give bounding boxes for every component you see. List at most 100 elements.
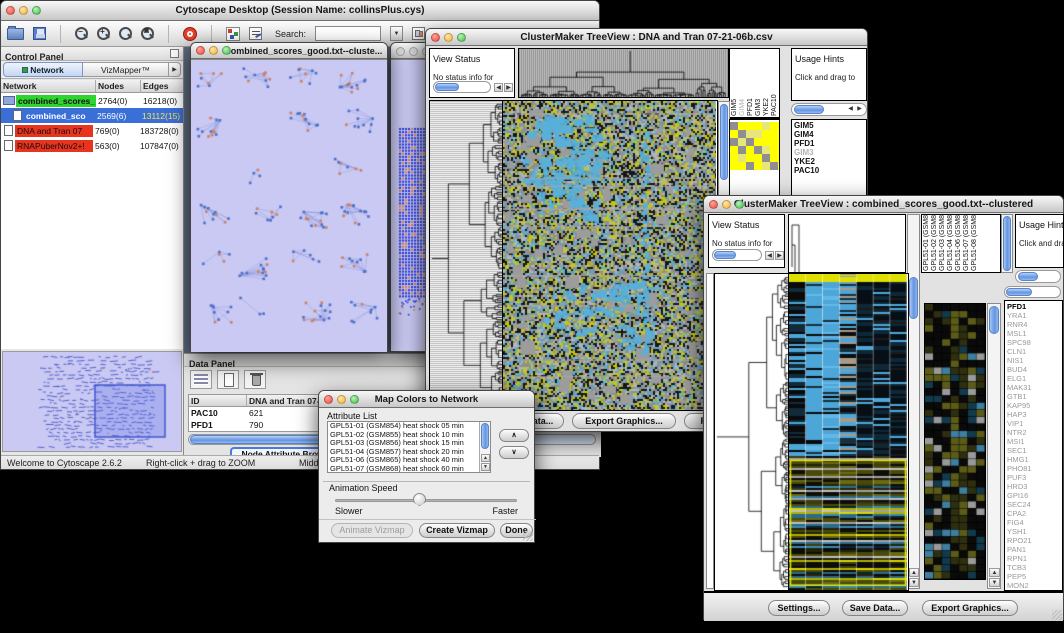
tv2-detail-heatmap[interactable]: [924, 303, 986, 580]
matrix-cell[interactable]: [746, 154, 754, 162]
scroll-left-icon[interactable]: ◀: [765, 251, 774, 260]
minimize-icon[interactable]: [209, 46, 218, 55]
matrix-cell[interactable]: [770, 130, 778, 138]
matrix-cell[interactable]: [762, 146, 770, 154]
scroll-up-icon[interactable]: ▲: [909, 568, 919, 577]
main-titlebar[interactable]: Cytoscape Desktop (Session Name: collins…: [1, 1, 599, 21]
matrix-cell[interactable]: [754, 154, 762, 162]
close-icon[interactable]: [324, 395, 333, 404]
matrix-cell[interactable]: [730, 154, 738, 162]
matrix-cell[interactable]: [754, 138, 762, 146]
zoom-window-icon[interactable]: [735, 200, 744, 209]
tv1-status-hscrollbar[interactable]: [433, 81, 491, 93]
network-view-canvas[interactable]: [191, 60, 387, 352]
search-dropdown-icon[interactable]: ▼: [390, 26, 403, 41]
zoom-in-icon[interactable]: +: [97, 27, 110, 40]
tv2-heatmap[interactable]: [789, 273, 909, 591]
tab-network[interactable]: Network: [3, 62, 83, 77]
speed-slider-track[interactable]: [335, 499, 517, 502]
scroll-down-icon[interactable]: ▼: [909, 578, 919, 587]
search-config-icon[interactable]: [412, 27, 425, 40]
scroll-thumb[interactable]: [794, 105, 824, 114]
tv2-hints-hscrollbar[interactable]: [1015, 270, 1061, 283]
matrix-cell[interactable]: [746, 138, 754, 146]
zoom-window-icon[interactable]: [222, 46, 231, 55]
close-icon[interactable]: [6, 6, 15, 15]
zoom-fit-icon[interactable]: [119, 27, 132, 40]
scroll-right-icon[interactable]: ▶: [855, 105, 864, 114]
scroll-thumb[interactable]: [714, 251, 736, 259]
move-up-button[interactable]: ∧: [499, 429, 529, 442]
col-edges[interactable]: Edges: [141, 80, 183, 93]
scroll-left-icon[interactable]: ◀: [494, 83, 503, 92]
tv2-row-dendrogram[interactable]: [714, 273, 789, 591]
scroll-down-icon[interactable]: ▼: [481, 463, 490, 471]
scroll-thumb[interactable]: [435, 83, 459, 91]
resize-grip[interactable]: [523, 531, 533, 541]
scroll-left-icon[interactable]: ◀: [846, 105, 855, 114]
close-icon[interactable]: [431, 33, 440, 42]
search-input[interactable]: [315, 26, 381, 41]
zoom-selected-icon[interactable]: ▣: [141, 27, 154, 40]
tv2-column-dendrogram[interactable]: [788, 214, 906, 273]
matrix-cell[interactable]: [738, 130, 746, 138]
matrix-cell[interactable]: [738, 154, 746, 162]
create-vizmap-button[interactable]: Create Vizmap: [419, 523, 495, 538]
treeview1-titlebar[interactable]: ClusterMaker TreeView : DNA and Tran 07-…: [426, 29, 867, 46]
tv2-export-graphics-button[interactable]: Export Graphics...: [922, 600, 1018, 616]
zoom-window-icon[interactable]: [32, 6, 41, 15]
minimize-icon[interactable]: [19, 6, 28, 15]
network-row[interactable]: combined_sco 2569(6) 13112(15): [1, 108, 183, 123]
scroll-thumb[interactable]: [1003, 216, 1011, 271]
matrix-cell[interactable]: [754, 122, 762, 130]
scroll-right-icon[interactable]: ▶: [504, 83, 513, 92]
move-down-button[interactable]: ∨: [499, 446, 529, 459]
tv2-save-data-button[interactable]: Save Data...: [842, 600, 908, 616]
float-panel-icon[interactable]: [170, 49, 179, 58]
minimize-icon[interactable]: [722, 200, 731, 209]
tv1-column-dendrogram[interactable]: [518, 48, 729, 98]
matrix-cell[interactable]: [770, 162, 778, 170]
table-mode-icon[interactable]: [190, 370, 212, 389]
matrix-cell[interactable]: [746, 122, 754, 130]
tab-overflow-icon[interactable]: ▶: [169, 62, 181, 77]
open-file-icon[interactable]: [7, 28, 24, 40]
matrix-cell[interactable]: [730, 130, 738, 138]
tv2-detail-vscrollbar[interactable]: ▲ ▼: [987, 303, 1001, 589]
matrix-cell[interactable]: [730, 146, 738, 154]
tv1-export-graphics-button[interactable]: Export Graphics...: [572, 413, 676, 429]
save-icon[interactable]: [33, 27, 46, 40]
matrix-cell[interactable]: [770, 154, 778, 162]
tv2-status-hscrollbar[interactable]: [712, 249, 762, 261]
matrix-cell[interactable]: [762, 130, 770, 138]
close-icon[interactable]: [396, 47, 405, 56]
network-overview-canvas[interactable]: [3, 352, 181, 451]
minimize-icon[interactable]: [444, 33, 453, 42]
tab-vizmapper[interactable]: VizMapper™: [83, 62, 169, 77]
col-network[interactable]: Network: [1, 80, 96, 93]
close-icon[interactable]: [196, 46, 205, 55]
col-nodes[interactable]: Nodes: [96, 80, 141, 93]
data-col-id[interactable]: ID: [189, 395, 247, 407]
delete-attribute-icon[interactable]: [244, 370, 266, 389]
scroll-thumb[interactable]: [1018, 272, 1038, 281]
matrix-cell[interactable]: [730, 138, 738, 146]
attribute-list[interactable]: GPL51-01 (GSM854) heat shock 05 min GPL5…: [327, 421, 491, 473]
treeview2-titlebar[interactable]: ClusterMaker TreeView : combined_scores_…: [704, 196, 1063, 213]
scroll-up-icon[interactable]: ▲: [481, 454, 490, 462]
matrix-cell[interactable]: [770, 138, 778, 146]
matrix-cell[interactable]: [754, 162, 762, 170]
attribute-list-vscrollbar[interactable]: ▲ ▼: [479, 422, 490, 472]
matrix-cell[interactable]: [738, 162, 746, 170]
matrix-cell[interactable]: [770, 146, 778, 154]
matrix-cell[interactable]: [746, 146, 754, 154]
scroll-thumb[interactable]: [720, 104, 728, 180]
minimize-icon[interactable]: [337, 395, 346, 404]
scroll-up-icon[interactable]: ▲: [989, 568, 1000, 577]
resize-grip[interactable]: [1052, 610, 1062, 620]
matrix-cell[interactable]: [754, 130, 762, 138]
network-row[interactable]: RNAPuberNov2+! 563(0) 107847(0): [1, 138, 183, 153]
close-icon[interactable]: [709, 200, 718, 209]
animate-vizmap-button[interactable]: Animate Vizmap: [331, 523, 413, 538]
new-attribute-icon[interactable]: [217, 370, 239, 389]
